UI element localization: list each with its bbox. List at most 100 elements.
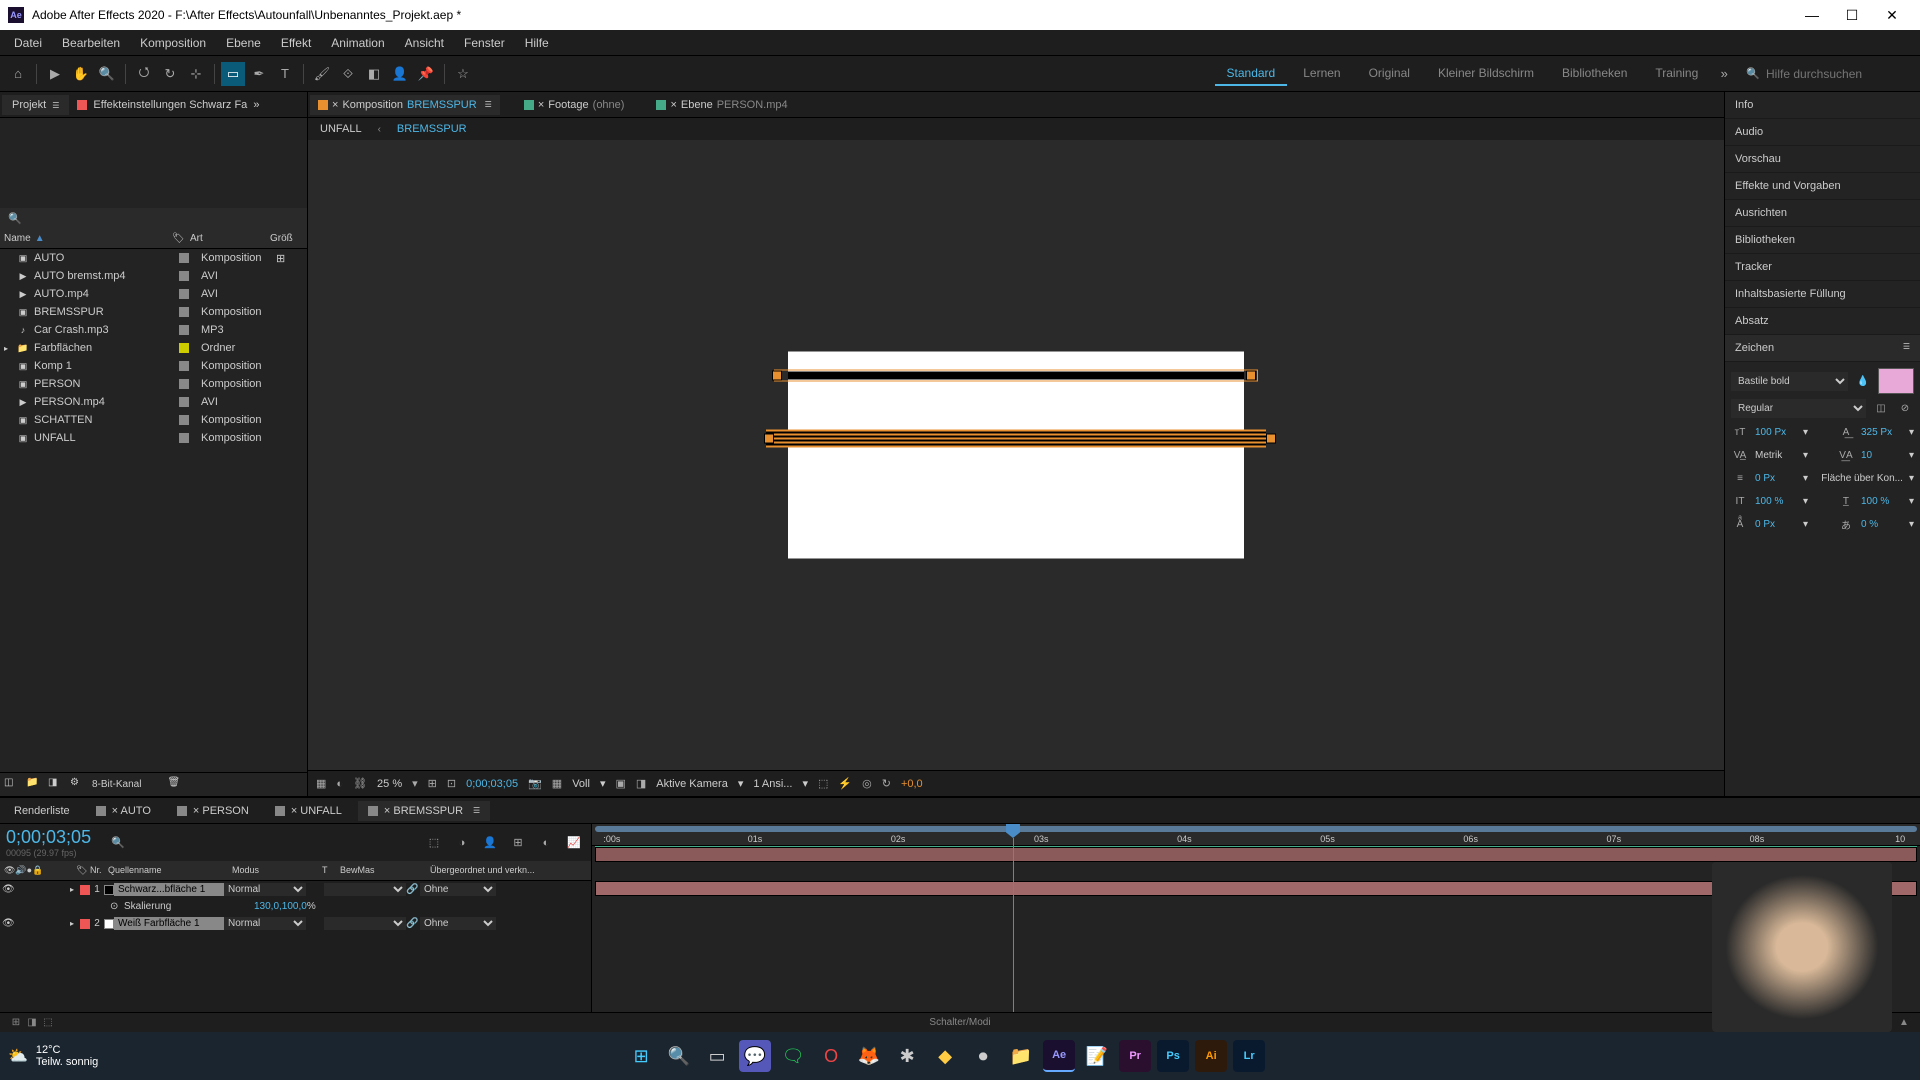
tracking-value[interactable]: 10 xyxy=(1861,450,1903,461)
project-list[interactable]: ▣AUTOKomposition⊞▶AUTO bremst.mp4AVI▶AUT… xyxy=(0,249,307,772)
project-search[interactable]: 🔍 xyxy=(0,208,307,229)
leading-value[interactable]: 325 Px xyxy=(1861,427,1903,438)
menu-bearbeiten[interactable]: Bearbeiten xyxy=(52,32,130,54)
tl-tab-unfall[interactable]: × UNFALL xyxy=(265,801,352,821)
roi-icon[interactable]: ▣ xyxy=(615,777,625,790)
help-search[interactable]: 🔍 xyxy=(1738,67,1914,81)
text-tool[interactable]: T xyxy=(273,62,297,86)
settings-button[interactable]: ⚙ xyxy=(70,777,86,793)
home-tool[interactable]: ⌂ xyxy=(6,62,30,86)
panel-vorschau[interactable]: Vorschau xyxy=(1725,146,1920,173)
chain-icon[interactable]: ⛓ xyxy=(353,777,367,790)
weather-widget[interactable]: ⛅ 12°CTeilw. sonnig xyxy=(8,1044,98,1068)
project-item[interactable]: ♪Car Crash.mp3MP3 xyxy=(0,321,307,339)
grid-icon[interactable]: ▦ xyxy=(316,777,326,790)
graph-editor[interactable]: 📈 xyxy=(563,832,585,854)
composition-viewport[interactable] xyxy=(308,140,1724,770)
shy-toggle[interactable]: 👤 xyxy=(479,832,501,854)
tl-tab-renderliste[interactable]: Renderliste xyxy=(4,801,80,821)
views-select[interactable]: 1 Ansi... xyxy=(753,778,792,790)
viewport-time[interactable]: 0;00;03;05 xyxy=(466,778,518,790)
mask-icon[interactable]: ◐ xyxy=(336,778,343,790)
project-item[interactable]: ▸📁FarbflächenOrdner xyxy=(0,339,307,357)
project-item[interactable]: ▶AUTO.mp4AVI xyxy=(0,285,307,303)
menu-animation[interactable]: Animation xyxy=(321,32,394,54)
explorer-app[interactable]: 📁 xyxy=(1005,1040,1037,1072)
project-item[interactable]: ▶AUTO bremst.mp4AVI xyxy=(0,267,307,285)
layer-row[interactable]: 👁▸1Schwarz...bfläche 1Normal🔗Ohne xyxy=(0,881,591,898)
more-workspaces[interactable]: » xyxy=(1712,62,1736,86)
no-color-icon[interactable]: ⊘ xyxy=(1896,400,1914,418)
project-item[interactable]: ▶PERSON.mp4AVI xyxy=(0,393,307,411)
eraser-tool[interactable]: ◧ xyxy=(362,62,386,86)
eyedropper-icon[interactable]: 💧 xyxy=(1854,372,1872,390)
project-item[interactable]: ▣AUTOKomposition⊞ xyxy=(0,249,307,267)
zoom-select[interactable]: 25 % xyxy=(377,778,402,790)
nav-bremsspur[interactable]: BREMSSPUR xyxy=(397,123,467,135)
start-button[interactable]: ⊞ xyxy=(625,1040,657,1072)
layer-row[interactable]: 👁▸2Weiß Farbfläche 1Normal🔗Ohne xyxy=(0,915,591,932)
hscale-value[interactable]: 100 % xyxy=(1861,496,1903,507)
draft3d-toggle[interactable]: ◑ xyxy=(451,832,473,854)
app-3[interactable]: 📝 xyxy=(1081,1040,1113,1072)
font-size-value[interactable]: 100 Px xyxy=(1755,427,1797,438)
project-item[interactable]: ▣BREMSSPURKomposition xyxy=(0,303,307,321)
transparency-icon[interactable]: ▦ xyxy=(552,777,562,790)
hand-tool[interactable]: ✋ xyxy=(69,62,93,86)
app-2[interactable]: ◆ xyxy=(929,1040,961,1072)
property-row[interactable]: ⊙Skalierung130,0,100,0% xyxy=(0,898,591,915)
zoom-tool[interactable]: 🔍 xyxy=(95,62,119,86)
workspace-kleiner bildschirm[interactable]: Kleiner Bildschirm xyxy=(1426,62,1546,86)
interpret-button[interactable]: ◫ xyxy=(4,777,20,793)
panel-inhaltsbasierte-füllung[interactable]: Inhaltsbasierte Füllung xyxy=(1725,281,1920,308)
workspace-training[interactable]: Training xyxy=(1643,62,1710,86)
font-select[interactable]: Bastile bold xyxy=(1731,372,1848,391)
new-folder-button[interactable]: 📁 xyxy=(26,777,42,793)
brush-tool[interactable]: 🖌 xyxy=(310,62,334,86)
help-search-input[interactable] xyxy=(1766,67,1906,81)
comp-mini-flowchart[interactable]: ⬚ xyxy=(423,832,445,854)
maximize-button[interactable]: ☐ xyxy=(1832,0,1872,30)
res-icon[interactable]: ⊞ xyxy=(428,777,437,790)
frameblend-toggle[interactable]: ⊞ xyxy=(507,832,529,854)
camera-select[interactable]: Aktive Kamera xyxy=(656,778,728,790)
comp-tab[interactable]: × Ebene PERSON.mp4 xyxy=(648,95,795,115)
selection-tool[interactable]: ▶ xyxy=(43,62,67,86)
teams-app[interactable]: 💬 xyxy=(739,1040,771,1072)
premiere-app[interactable]: Pr xyxy=(1119,1040,1151,1072)
switches-modes-label[interactable]: Schalter/Modi xyxy=(929,1017,990,1028)
ae-app[interactable]: Ae xyxy=(1043,1040,1075,1072)
tl-tab-bremsspur[interactable]: × BREMSSPUR☰ xyxy=(358,801,490,821)
exposure-value[interactable]: +0,0 xyxy=(901,778,923,790)
channel-icon[interactable]: ◨ xyxy=(636,777,646,790)
task-view[interactable]: ▭ xyxy=(701,1040,733,1072)
minimize-button[interactable]: — xyxy=(1792,0,1832,30)
toggle-modes[interactable]: ◨ xyxy=(24,1015,40,1031)
stroke-value[interactable]: 0 Px xyxy=(1755,473,1797,484)
comp-tab[interactable]: × Komposition BREMSSPUR☰ xyxy=(310,95,500,115)
toggle-in-out[interactable]: ⬚ xyxy=(40,1015,56,1031)
nav-unfall[interactable]: UNFALL xyxy=(320,123,362,135)
comp-tab[interactable]: × Footage (ohne) xyxy=(516,95,633,115)
tl-tab-person[interactable]: × PERSON xyxy=(167,801,259,821)
new-comp-button[interactable]: ◨ xyxy=(48,777,64,793)
panel-tracker[interactable]: Tracker xyxy=(1725,254,1920,281)
project-tab[interactable]: Projekt☰ xyxy=(2,95,69,115)
timeline-search[interactable]: 🔍 xyxy=(111,836,125,849)
menu-komposition[interactable]: Komposition xyxy=(130,32,216,54)
tl-tab-auto[interactable]: × AUTO xyxy=(86,801,161,821)
style-select[interactable]: Regular xyxy=(1731,399,1866,418)
baseline-value[interactable]: 0 Px xyxy=(1755,519,1797,530)
panel-absatz[interactable]: Absatz xyxy=(1725,308,1920,335)
obs-app[interactable]: ⏺ xyxy=(967,1040,999,1072)
lightroom-app[interactable]: Lr xyxy=(1233,1040,1265,1072)
clone-tool[interactable]: ⟐ xyxy=(336,62,360,86)
menu-fenster[interactable]: Fenster xyxy=(454,32,515,54)
stroke-color-icon[interactable]: ◫ xyxy=(1872,400,1890,418)
workspace-original[interactable]: Original xyxy=(1357,62,1422,86)
res-select[interactable]: Voll xyxy=(572,778,590,790)
search-button[interactable]: 🔍 xyxy=(663,1040,695,1072)
puppet-tool[interactable]: 📌 xyxy=(414,62,438,86)
zoom-in-tl[interactable]: ▲ xyxy=(1896,1015,1912,1031)
panel-effekte-und-vorgaben[interactable]: Effekte und Vorgaben xyxy=(1725,173,1920,200)
